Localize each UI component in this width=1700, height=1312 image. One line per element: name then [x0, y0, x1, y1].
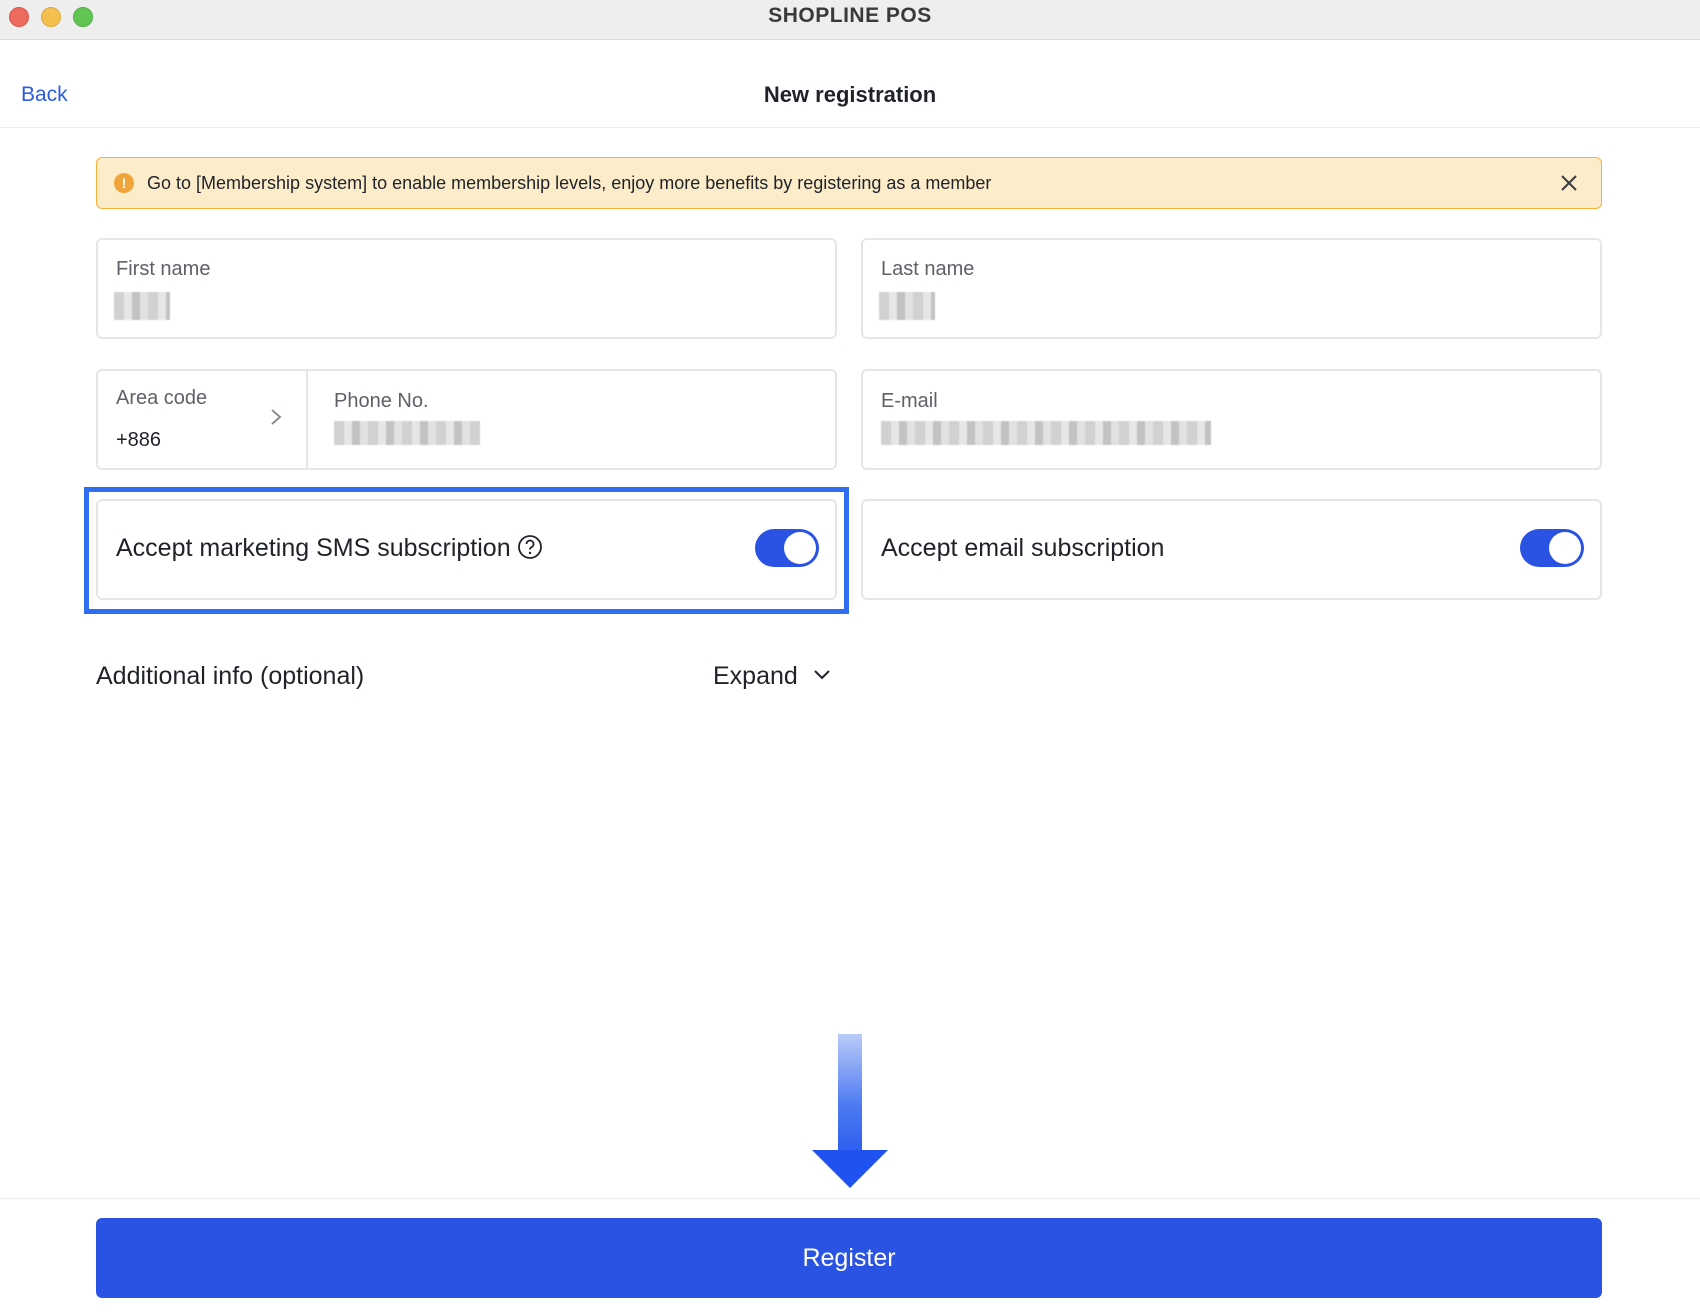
last-name-field[interactable]: Last name — [861, 238, 1602, 339]
phone-input[interactable]: Phone No. — [308, 371, 835, 468]
down-arrow-head-icon — [812, 1150, 888, 1188]
last-name-value-redacted — [879, 292, 935, 320]
chevron-down-icon — [814, 670, 830, 680]
email-subscription-toggle[interactable] — [1520, 529, 1584, 567]
toggle-knob — [1549, 532, 1581, 564]
expand-button[interactable]: Expand — [713, 662, 832, 691]
additional-info-label: Additional info (optional) — [96, 662, 365, 690]
warning-icon: ! — [114, 173, 134, 193]
window-title: SHOPLINE POS — [768, 4, 932, 27]
phone-field-group: Area code +886 Phone No. — [96, 369, 837, 470]
page-title: New registration — [763, 82, 937, 107]
email-value-redacted — [881, 421, 1211, 445]
first-name-label: First name — [116, 258, 211, 280]
close-icon[interactable] — [1559, 173, 1579, 193]
area-code-label: Area code — [116, 387, 208, 409]
membership-info-banner: ! Go to [Membership system] to enable me… — [96, 157, 1602, 209]
down-arrow-icon — [838, 1034, 862, 1152]
register-button[interactable]: Register — [96, 1218, 1602, 1298]
area-code-selector[interactable]: Area code +886 — [98, 371, 306, 468]
email-label: E-mail — [881, 390, 938, 412]
first-name-value-redacted — [114, 292, 170, 320]
first-name-field[interactable]: First name — [96, 238, 837, 339]
email-subscription-row: Accept email subscription — [861, 499, 1602, 600]
highlight-box — [84, 487, 849, 614]
page-header: New registration Back — [0, 40, 1700, 128]
phone-value-redacted — [334, 421, 480, 445]
chevron-right-icon — [271, 409, 282, 425]
last-name-label: Last name — [881, 258, 975, 280]
email-subscription-label: Accept email subscription — [881, 534, 1165, 562]
area-code-value: +886 — [116, 429, 162, 451]
window-titlebar: SHOPLINE POS — [0, 0, 1700, 40]
email-field[interactable]: E-mail — [861, 369, 1602, 470]
phone-label: Phone No. — [334, 390, 429, 412]
banner-message: Go to [Membership system] to enable memb… — [147, 173, 992, 193]
back-button[interactable]: Back — [21, 80, 68, 110]
